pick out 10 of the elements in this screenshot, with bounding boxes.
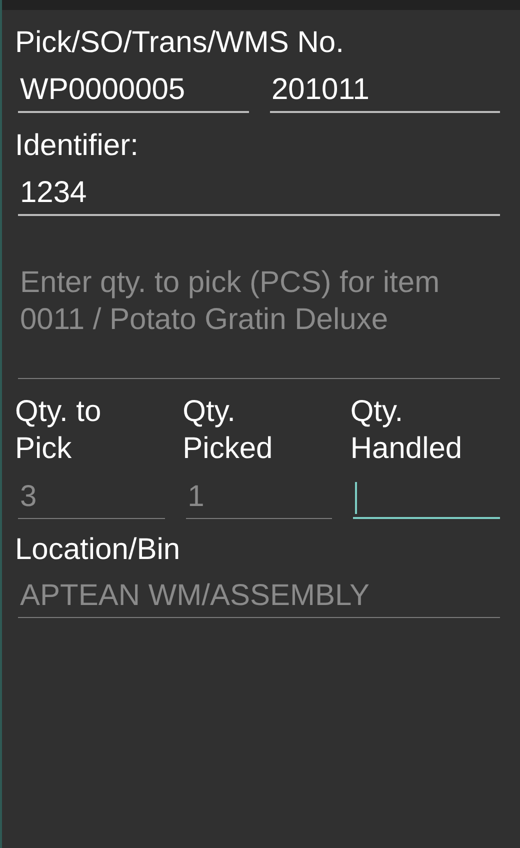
field-label: Identifier: [15,128,140,164]
field-label: Qty. to Pick [15,394,102,467]
input-field[interactable]: 201011 [270,67,500,113]
field-label: Pick/SO/Trans/WMS No. [15,25,345,61]
input-field[interactable]: WP0000005 [18,67,248,113]
field-label: Qty. Picked [182,394,274,467]
prompt-field: Enter qty. to pick (PCS) for item 0011 / Potato Gratin Deluxe [18,260,500,379]
field-label: Qty. Handled [350,394,464,467]
input-field[interactable]: 1234 [18,170,500,216]
field-label: Location/Bin [15,532,182,568]
